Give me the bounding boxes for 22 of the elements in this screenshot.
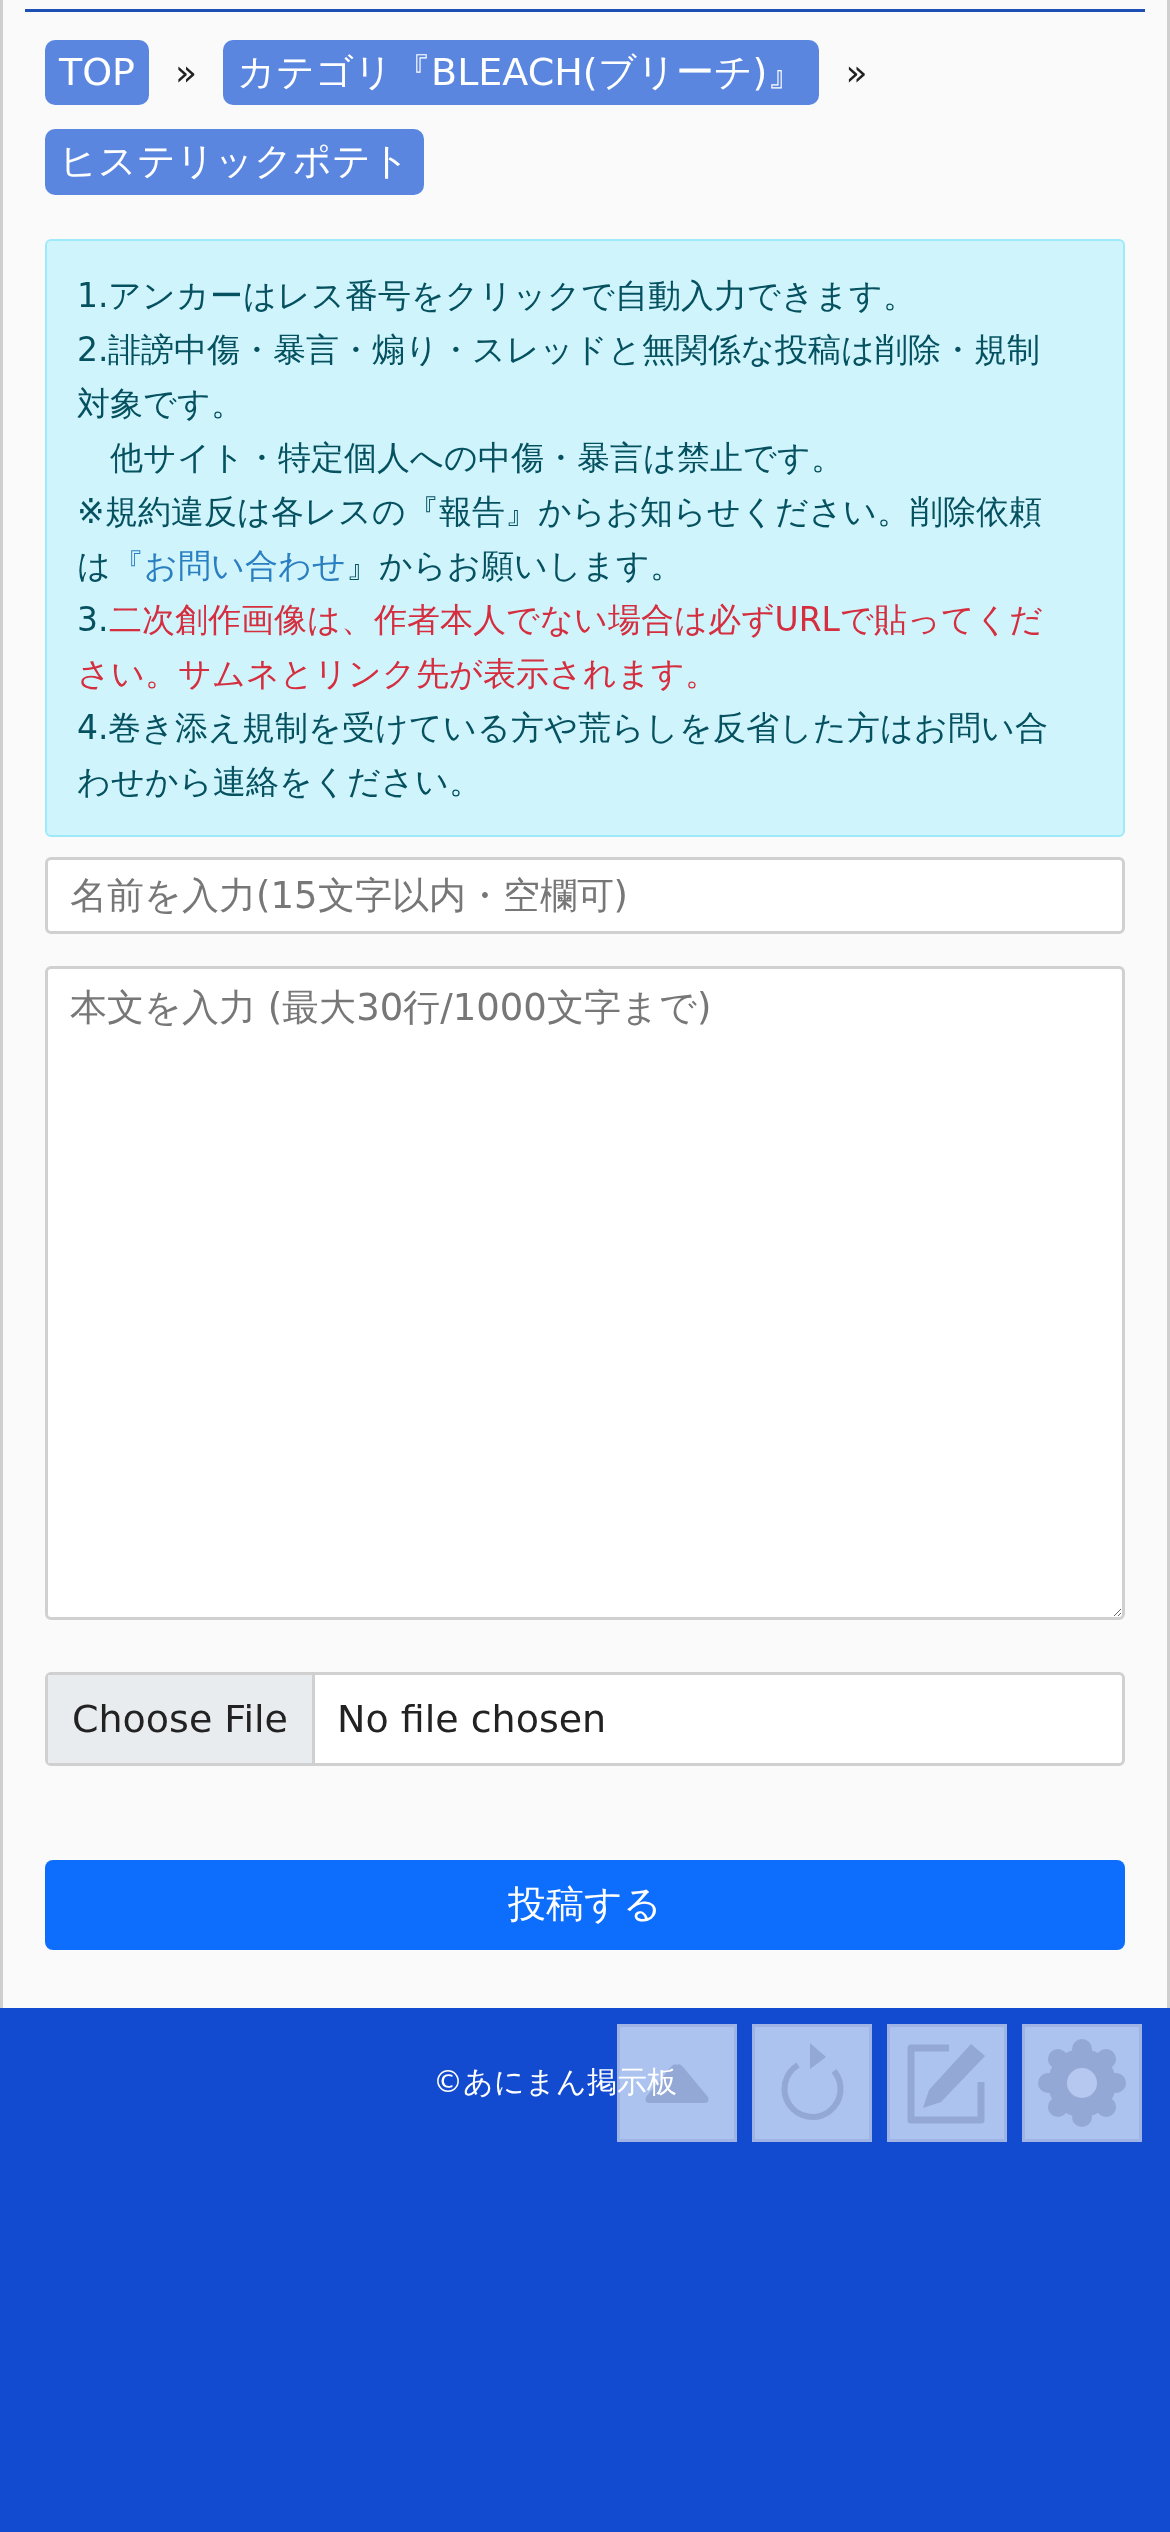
settings-button[interactable] <box>1022 2023 1142 2142</box>
notice-text: 3.二次創作画像は、作者本人でない場合は必ずURLで貼ってください。サムネとリンク先が表示されます。 <box>77 598 1044 695</box>
file-input[interactable]: Choose File No file chosen <box>45 1671 1125 1766</box>
name-field[interactable]: 名前を入力(15文字以内・空欄可) <box>45 856 1125 934</box>
breadcrumb-link[interactable]: カテゴリ『BLEACH(ブリーチ)』 <box>223 40 820 106</box>
copyright-text: ©あにまん掲示板 <box>433 2062 677 2101</box>
body-field[interactable]: 本文を入力 (最大30行/1000文字まで) <box>45 965 1125 1620</box>
notice-text: 1.アンカーはレス番号をクリックで自動入力できます。 <box>77 274 918 317</box>
notice-text: 2.誹謗中傷・暴言・煽り・スレッドと無関係な投稿は削除・規制対象です。 <box>77 328 1042 425</box>
reload-button[interactable] <box>752 2023 872 2142</box>
write-button[interactable] <box>887 2023 1007 2142</box>
notice-text: 4.巻き添え規制を受けている方や荒らしを反省した方はお問い合わせから連絡をください。 <box>77 706 1050 803</box>
breadcrumb-link[interactable]: TOP <box>45 40 150 106</box>
scroll-top-button[interactable] <box>617 2023 737 2142</box>
contact-link[interactable]: 『お問い合わせ <box>111 545 346 585</box>
submit-button[interactable]: 投稿する <box>45 1859 1125 1950</box>
breadcrumb-separator: » <box>845 52 868 94</box>
breadcrumb-link[interactable]: ヒステリックポテト <box>45 129 424 195</box>
notice-text: ※規約違反は各レスの『報告』からお知らせください。削除依頼は『お問い合わせ』からお願いします。 <box>77 490 1043 587</box>
breadcrumb-separator: » <box>175 52 198 94</box>
settings-icon <box>1037 2037 1127 2128</box>
notice-text: 他サイト・特定個人への中傷・暴言は禁止です。 <box>109 436 845 479</box>
